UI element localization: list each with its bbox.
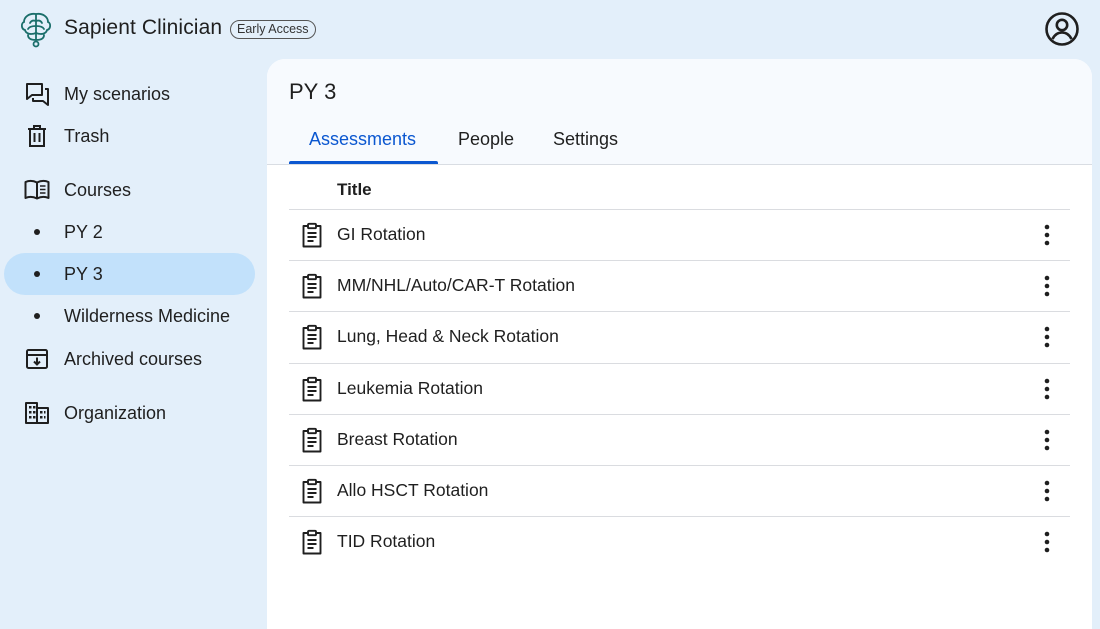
more-vert-icon[interactable] [1035, 325, 1059, 349]
sidebar-item-py-3[interactable]: PY 3 [4, 253, 255, 295]
assessment-title: Breast Rotation [337, 428, 458, 449]
trash-icon [28, 125, 46, 147]
active-tab-indicator [289, 161, 438, 164]
table-row[interactable]: TID Rotation [289, 516, 1070, 567]
tab-settings[interactable]: Settings [553, 129, 618, 150]
tab-people[interactable]: People [458, 129, 514, 150]
sidebar-item-label: Wilderness Medicine [64, 305, 231, 326]
sidebar-item-label: PY 2 [64, 221, 103, 242]
table-row[interactable]: Leukemia Rotation [289, 362, 1070, 414]
page-title: PY 3 [289, 79, 337, 104]
tab-assessments[interactable]: Assessments [309, 129, 416, 150]
sidebar-item-courses[interactable]: Courses [4, 169, 255, 211]
sidebar: My scenarios Trash Courses PY 2 PY 3 Wil… [0, 58, 266, 617]
clipboard-icon [300, 529, 324, 555]
more-vert-icon[interactable] [1035, 223, 1059, 247]
sidebar-item-py-2[interactable]: PY 2 [4, 211, 255, 253]
building-icon [25, 402, 49, 424]
top-bar: Sapient Clinician Early Access [0, 0, 1100, 58]
more-vert-icon[interactable] [1035, 530, 1059, 554]
table-row[interactable]: GI Rotation [289, 209, 1070, 260]
table-row[interactable]: Lung, Head & Neck Rotation [289, 311, 1070, 362]
more-vert-icon[interactable] [1035, 377, 1059, 401]
main-panel: PY 3 Assessments People Settings Title G… [267, 59, 1092, 629]
clipboard-icon [300, 376, 324, 402]
more-vert-icon[interactable] [1035, 274, 1059, 298]
panel-header: PY 3 Assessments People Settings [267, 59, 1092, 165]
brain-logo-icon [20, 12, 52, 48]
column-header-title: Title [337, 180, 372, 199]
sidebar-item-label: Trash [64, 125, 110, 146]
clipboard-icon [300, 222, 324, 248]
bullet-icon [34, 229, 40, 235]
clipboard-icon [300, 478, 324, 504]
clipboard-icon [300, 427, 324, 453]
forum-icon [26, 83, 49, 106]
sidebar-item-my-scenarios[interactable]: My scenarios [4, 73, 255, 115]
sidebar-item-archived-courses[interactable]: Archived courses [4, 338, 255, 380]
more-vert-icon[interactable] [1035, 479, 1059, 503]
sidebar-item-label: Organization [64, 402, 167, 423]
assessment-title: GI Rotation [337, 224, 426, 244]
app-title: Sapient Clinician [64, 16, 223, 39]
clipboard-icon [300, 273, 324, 299]
assessment-title: Leukemia Rotation [337, 377, 483, 398]
table-row[interactable]: MM/NHL/Auto/CAR-T Rotation [289, 260, 1070, 311]
sidebar-item-label: Archived courses [64, 348, 203, 369]
assessment-title: Lung, Head & Neck Rotation [337, 326, 559, 347]
sidebar-item-wilderness-medicine[interactable]: Wilderness Medicine [4, 295, 255, 337]
table-row[interactable]: Allo HSCT Rotation [289, 465, 1070, 516]
early-access-badge: Early Access [230, 20, 316, 39]
book-icon [24, 179, 50, 200]
sidebar-item-organization[interactable]: Organization [4, 392, 255, 434]
sidebar-item-trash[interactable]: Trash [4, 115, 255, 157]
sidebar-item-label: Courses [64, 179, 132, 200]
assessment-title: TID Rotation [337, 531, 436, 552]
archive-icon [26, 349, 48, 369]
sidebar-item-label: PY 3 [64, 263, 103, 284]
bullet-icon [34, 271, 40, 277]
sidebar-item-label: My scenarios [64, 83, 171, 104]
clipboard-icon [300, 324, 324, 350]
table-row[interactable]: Breast Rotation [289, 413, 1070, 465]
account-icon[interactable] [1044, 11, 1080, 47]
more-vert-icon[interactable] [1035, 428, 1059, 452]
assessment-title: Allo HSCT Rotation [337, 480, 489, 500]
assessment-title: MM/NHL/Auto/CAR-T Rotation [337, 275, 575, 296]
bullet-icon [34, 313, 40, 319]
